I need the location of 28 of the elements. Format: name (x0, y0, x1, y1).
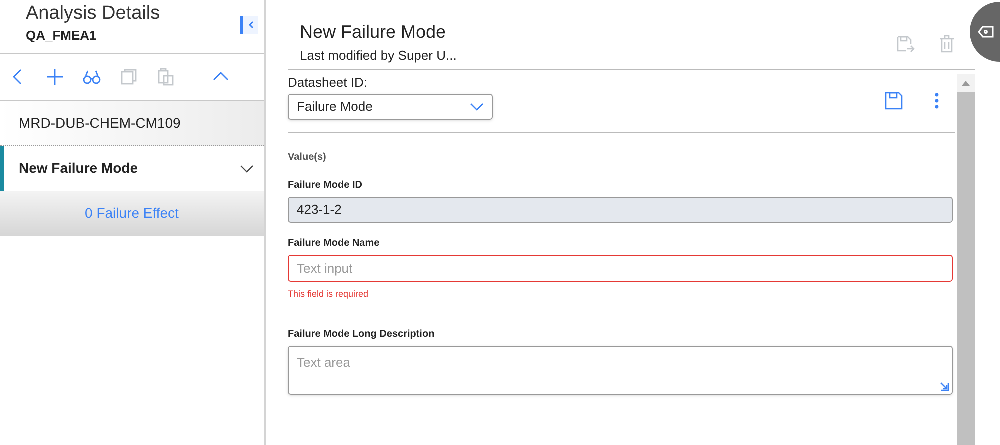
save-as-icon (895, 34, 915, 54)
datasheet-dropdown[interactable]: Failure Mode (288, 94, 493, 120)
tree-item[interactable]: MRD-DUB-CHEM-CM109 (0, 101, 264, 146)
chevron-down-icon (470, 103, 484, 111)
field-label: Failure Mode ID (288, 179, 364, 193)
paste-icon (156, 67, 176, 87)
plus-icon (45, 67, 65, 87)
chevron-left-icon (248, 21, 254, 29)
panel-title: Analysis Details (26, 2, 160, 26)
record-title: New Failure Mode (300, 21, 448, 44)
toolbar-button[interactable] (45, 67, 65, 87)
trash-icon (937, 34, 957, 54)
section-label: Value(s) (288, 151, 328, 165)
field-label: Datasheet ID: (288, 74, 368, 92)
last-modified-text: Last modified by Super U... (300, 47, 457, 65)
tag-icon (978, 26, 994, 38)
copy-icon (119, 67, 139, 87)
resize-icon (940, 382, 949, 390)
more-icon[interactable] (935, 93, 939, 109)
field-label: Failure Mode Name (288, 237, 381, 251)
scroll-up-icon (962, 80, 970, 86)
name-field[interactable]: Text input (288, 255, 953, 282)
analysis-name: QA_FMEA1 (26, 27, 98, 45)
error-message: This field is required (288, 288, 370, 301)
field-label: Failure Mode Long Description (288, 328, 436, 342)
save-icon[interactable] (885, 92, 903, 110)
collapse-panel-button[interactable] (240, 16, 258, 34)
id-field: 423-1-2 (288, 197, 953, 223)
